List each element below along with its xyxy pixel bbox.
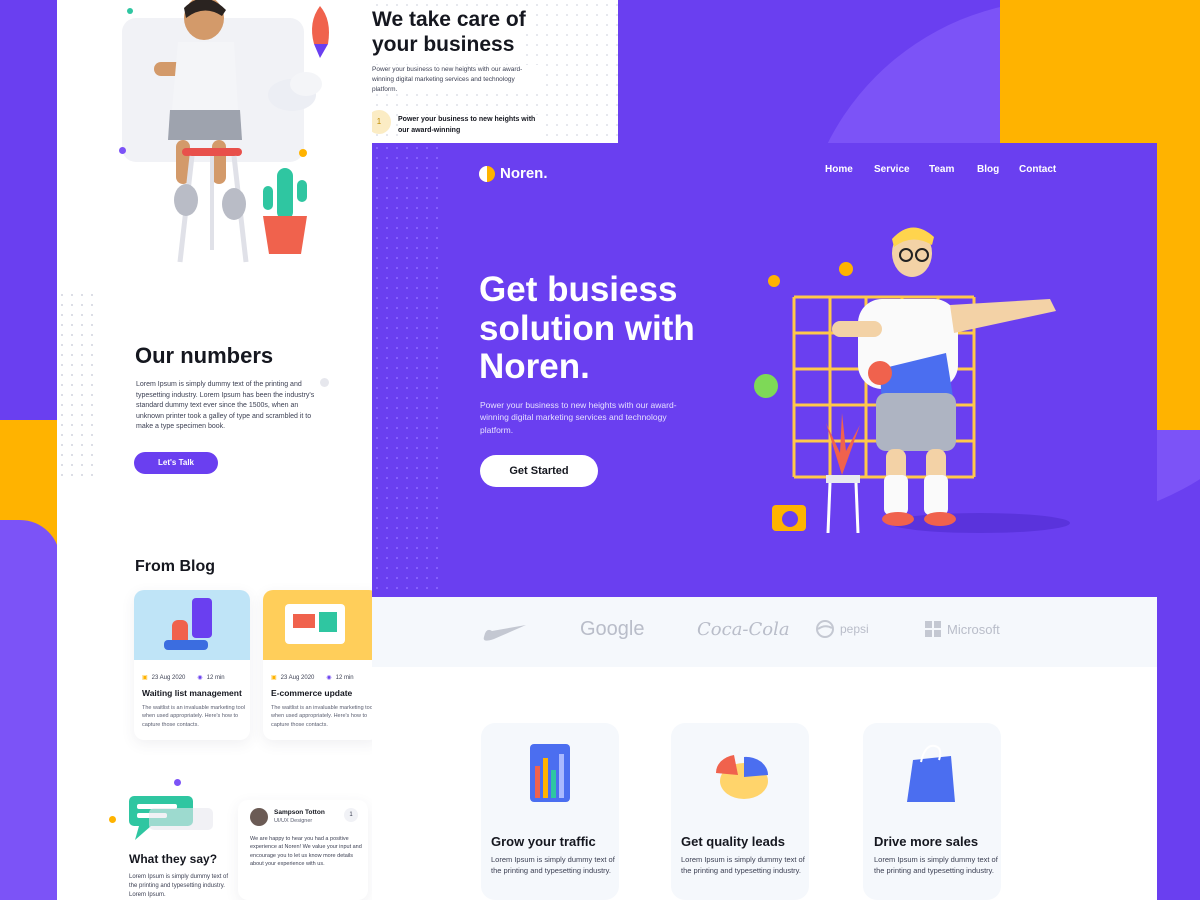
author-role: UI/UX Designer	[274, 818, 313, 824]
brand-logo[interactable]: Noren.	[479, 165, 548, 182]
pepsi-logo-label: pepsi	[840, 622, 869, 636]
pepsi-logo: pepsi	[816, 615, 869, 643]
decor-dot	[320, 378, 329, 387]
google-logo: Google	[580, 617, 645, 640]
chat-bubble-icon	[129, 796, 213, 840]
calendar-icon: ▣	[271, 675, 277, 681]
nav-service[interactable]: Service	[874, 164, 910, 175]
brand-name: Noren.	[500, 165, 548, 182]
decor-dot	[127, 8, 133, 14]
lets-talk-button[interactable]: Let's Talk	[134, 452, 218, 474]
blog-post-excerpt: The waitlist is an invaluable marketing …	[271, 705, 375, 728]
blog-card[interactable]: ▣ 23 Aug 2020 ◉ 12 min Waiting list mana…	[134, 590, 250, 740]
testimonial-quote: We are happy to hear you had a positive …	[250, 836, 362, 867]
secondary-page-top: We take care of your business Power your…	[372, 0, 618, 143]
feature-text: Lorem Ipsum is simply dummy text of the …	[874, 855, 998, 876]
blog-post-title: Waiting list management	[142, 688, 242, 698]
testimonial-card: Sampson Totton UI/UX Designer 1 We are h…	[238, 800, 368, 900]
numbers-title: Our numbers	[135, 343, 274, 368]
nike-logo-icon	[483, 625, 526, 641]
step-text: Power your business to new heights with …	[398, 115, 538, 136]
hero-title: Get busiess solution with Noren.	[479, 270, 695, 387]
decor-dot	[119, 147, 126, 154]
microsoft-logo-label: Microsoft	[947, 621, 1000, 637]
decor-dot	[299, 149, 307, 157]
feature-title: Get quality leads	[681, 834, 786, 849]
microsoft-logo: Microsoft	[925, 615, 1000, 643]
feature-title: Grow your traffic	[491, 834, 596, 849]
hero-text: Power your business to new heights with …	[480, 400, 677, 435]
blog-title: From Blog	[135, 558, 215, 575]
avatar	[250, 808, 268, 826]
quote-badge: 1	[344, 808, 358, 822]
blog-read-time: 12 min	[206, 674, 225, 681]
care-text: Power your business to new heights with …	[372, 65, 540, 95]
megaphone-man-illustration	[754, 227, 1070, 534]
numbers-text: Lorem Ipsum is simply dummy text of the …	[136, 381, 315, 430]
bar-chart-icon	[530, 744, 570, 802]
feature-text: Lorem Ipsum is simply dummy text of the …	[681, 855, 805, 876]
calendar-icon: ▣	[142, 675, 148, 681]
blog-card[interactable]: ▣ 23 Aug 2020 ◉ 12 min E-commerce update…	[263, 590, 379, 740]
secondary-page-preview: Our numbers Lorem Ipsum is simply dummy …	[57, 0, 372, 900]
pie-chart-icon	[715, 755, 769, 799]
get-started-button[interactable]: Get Started	[480, 455, 598, 487]
hero-section: Noren. Home Service Team Blog Contact Ge…	[372, 143, 1157, 597]
client-logos: Google Coca-Cola pepsi Microsoft	[372, 597, 1157, 667]
author-name: Sampson Totton	[274, 809, 325, 816]
decor-dot	[109, 816, 116, 823]
decor-dot	[174, 779, 181, 786]
nav-blog[interactable]: Blog	[977, 164, 999, 175]
nav-contact[interactable]: Contact	[1019, 164, 1056, 175]
noren-logo-icon	[479, 165, 495, 182]
background-purple-strip	[0, 520, 60, 900]
hero-title-line3: Noren.	[479, 347, 590, 386]
blog-date: 23 Aug 2020	[151, 674, 186, 681]
care-title-line1: We take care of	[372, 8, 530, 32]
nav-team[interactable]: Team	[929, 164, 954, 175]
feature-text: Lorem Ipsum is simply dummy text of the …	[491, 855, 615, 876]
care-title-line2: your business	[372, 33, 519, 57]
blog-thumbnail	[134, 590, 250, 660]
blog-post-title: E-commerce update	[271, 688, 353, 698]
cactus-illustration	[263, 168, 307, 254]
nav-home[interactable]: Home	[825, 164, 853, 175]
testimonial-title: What they say?	[129, 852, 218, 866]
blog-read-time: 12 min	[335, 674, 354, 681]
blog-date: 23 Aug 2020	[280, 674, 315, 681]
dot-pattern	[57, 290, 97, 480]
feature-title: Drive more sales	[874, 834, 979, 849]
blog-post-excerpt: The waitlist is an invaluable marketing …	[142, 705, 246, 728]
shopping-bag-icon	[907, 744, 955, 802]
main-landing-page: Noren. Home Service Team Blog Contact Ge…	[372, 143, 1157, 900]
coca-cola-logo: Coca-Cola	[697, 618, 790, 640]
hero-title-line1: Get busiess	[479, 270, 678, 309]
clock-icon: ◉	[197, 675, 203, 681]
pepsi-globe-icon	[816, 620, 834, 638]
windows-grid-icon	[925, 621, 941, 637]
blog-thumbnail	[263, 590, 379, 660]
hero-title-line2: solution with	[479, 308, 695, 348]
clock-icon: ◉	[326, 675, 332, 681]
dot-pattern	[372, 143, 442, 597]
testimonial-text: Lorem Ipsum is simply dummy text of the …	[129, 874, 229, 898]
